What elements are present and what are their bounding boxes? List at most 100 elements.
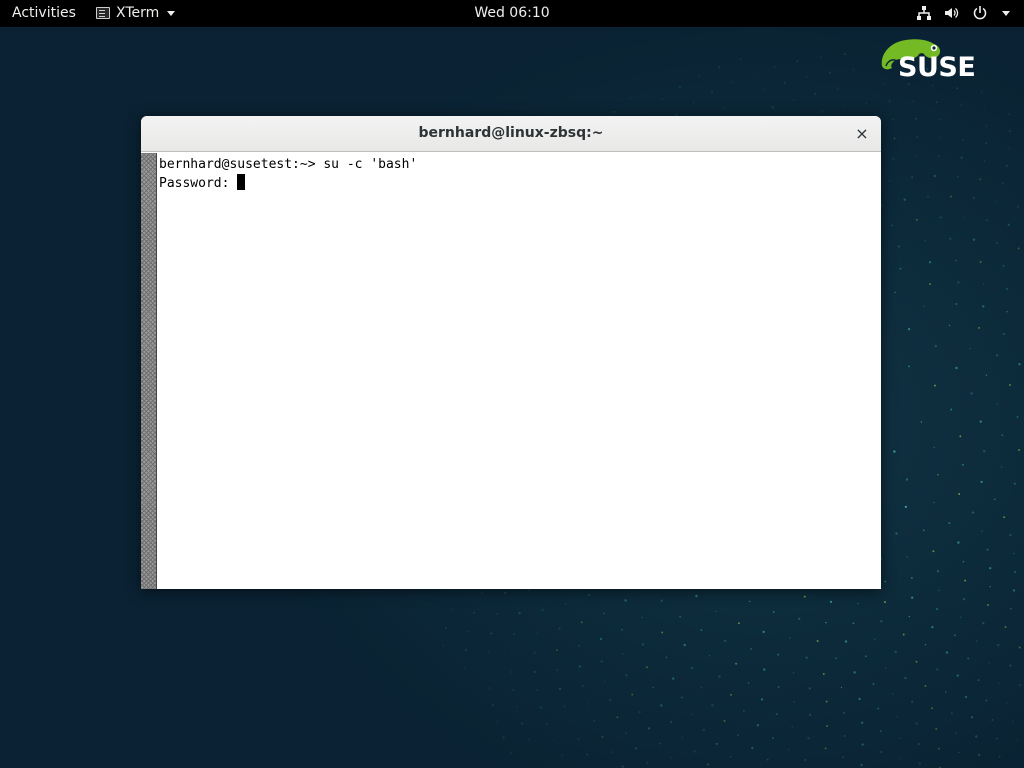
wallpaper-dot [985, 142, 988, 145]
wallpaper-dot [1016, 738, 1018, 741]
window-titlebar[interactable]: bernhard@linux-zbsq:~ × [141, 116, 881, 152]
wallpaper-dot [593, 719, 596, 723]
wallpaper-dot [631, 693, 634, 696]
wallpaper-dot [756, 724, 760, 727]
wallpaper-dot [960, 156, 963, 159]
wallpaper-dot [939, 136, 941, 139]
wallpaper-dot [996, 354, 998, 357]
wallpaper-dot [625, 674, 628, 677]
wallpaper-dot [722, 107, 726, 110]
wallpaper-dot [917, 742, 921, 746]
wallpaper-dot [843, 712, 845, 714]
wallpaper-dot [915, 117, 918, 120]
wallpaper-dot [587, 593, 591, 597]
wallpaper-dot [955, 366, 958, 370]
wallpaper-dot [558, 627, 561, 630]
wallpaper-dot [587, 703, 589, 705]
wallpaper-dot [899, 737, 901, 739]
close-button[interactable]: × [853, 125, 871, 143]
wallpaper-dot [897, 245, 900, 248]
wallpaper-dot [1017, 205, 1019, 208]
wallpaper-dot [670, 721, 673, 723]
wallpaper-dot [510, 752, 512, 755]
wallpaper-dot [853, 671, 856, 674]
activities-button[interactable]: Activities [12, 4, 76, 22]
wallpaper-dot [715, 742, 718, 745]
wallpaper-dot [660, 704, 663, 707]
wallpaper-dot [513, 632, 516, 635]
wallpaper-dot [953, 634, 956, 637]
wallpaper-dot [536, 754, 538, 756]
wallpaper-dot [563, 705, 566, 708]
wallpaper-dot [1013, 552, 1015, 555]
app-menu-button[interactable]: XTerm [96, 4, 176, 22]
wallpaper-dot [792, 672, 795, 674]
wallpaper-dot [814, 92, 817, 95]
wallpaper-dot [793, 701, 795, 703]
wallpaper-dot [1018, 646, 1021, 649]
top-bar: Activities XTerm Wed 06:10 [0, 0, 1024, 27]
wallpaper-dot [1017, 247, 1020, 250]
wallpaper-dot [715, 610, 717, 613]
wallpaper-dot [496, 720, 499, 723]
wallpaper-dot [826, 725, 828, 728]
wallpaper-dot [950, 195, 952, 198]
xterm-window[interactable]: bernhard@linux-zbsq:~ × bernhard@susetes… [141, 116, 881, 589]
terminal-line: bernhard@susetest:~> su -c 'bash' [159, 157, 418, 172]
wallpaper-dot [527, 738, 530, 741]
wallpaper-dot [458, 590, 461, 592]
wallpaper-dot [698, 75, 700, 78]
terminal-area[interactable]: bernhard@susetest:~> su -c 'bash' Passwor… [158, 153, 881, 589]
wallpaper-dot [915, 660, 918, 663]
terminal-scrollbar[interactable] [141, 153, 157, 589]
wallpaper-dot [860, 721, 864, 724]
wallpaper-dot [997, 643, 1000, 647]
wallpaper-dot [911, 596, 914, 599]
wallpaper-dot [985, 219, 988, 222]
wallpaper-dot [536, 631, 538, 633]
wallpaper-dot [672, 677, 675, 680]
wallpaper-dot [511, 652, 513, 655]
wallpaper-dot [955, 259, 957, 262]
wallpaper-dot [806, 76, 808, 78]
wallpaper-dot [730, 80, 733, 84]
wallpaper-dot [792, 99, 795, 101]
wallpaper-dot [962, 597, 966, 601]
wallpaper-dot [970, 716, 974, 719]
wallpaper-dot [936, 608, 938, 611]
wallpaper-dot [691, 667, 693, 669]
wallpaper-dot [751, 746, 754, 750]
wallpaper-dot [937, 155, 940, 158]
wallpaper-dot [625, 732, 627, 735]
wallpaper-dot [487, 651, 490, 654]
wallpaper-dot [915, 722, 918, 725]
wallpaper-dot [491, 704, 494, 707]
system-tray[interactable] [916, 4, 1010, 22]
wallpaper-dot [735, 662, 738, 665]
terminal-line: Password: [159, 176, 238, 191]
wallpaper-dot [989, 567, 992, 570]
wallpaper-dot [972, 238, 976, 241]
wallpaper-dot [472, 611, 475, 614]
wallpaper-dot [1009, 534, 1012, 537]
wallpaper-dot [487, 669, 489, 672]
wallpaper-dot [981, 530, 983, 532]
wallpaper-dot [982, 305, 985, 308]
wallpaper-dot [502, 736, 505, 739]
wallpaper-dot [915, 218, 918, 221]
wallpaper-dot [985, 374, 988, 376]
wallpaper-dot [979, 178, 982, 181]
wallpaper-dot [969, 347, 971, 350]
wallpaper-dot [945, 651, 949, 654]
wallpaper-dot [1014, 570, 1017, 573]
wallpaper-dot [609, 698, 612, 702]
wallpaper-dot [718, 66, 721, 69]
wallpaper-dot [982, 622, 985, 625]
wallpaper-dot [937, 747, 940, 750]
wallpaper-dot [737, 734, 739, 736]
wallpaper-dot [936, 668, 938, 671]
window-title: bernhard@linux-zbsq:~ [418, 125, 604, 141]
wallpaper-dot [928, 261, 932, 264]
wallpaper-dot [970, 392, 973, 395]
clock-label[interactable]: Wed 06:10 [474, 5, 549, 21]
